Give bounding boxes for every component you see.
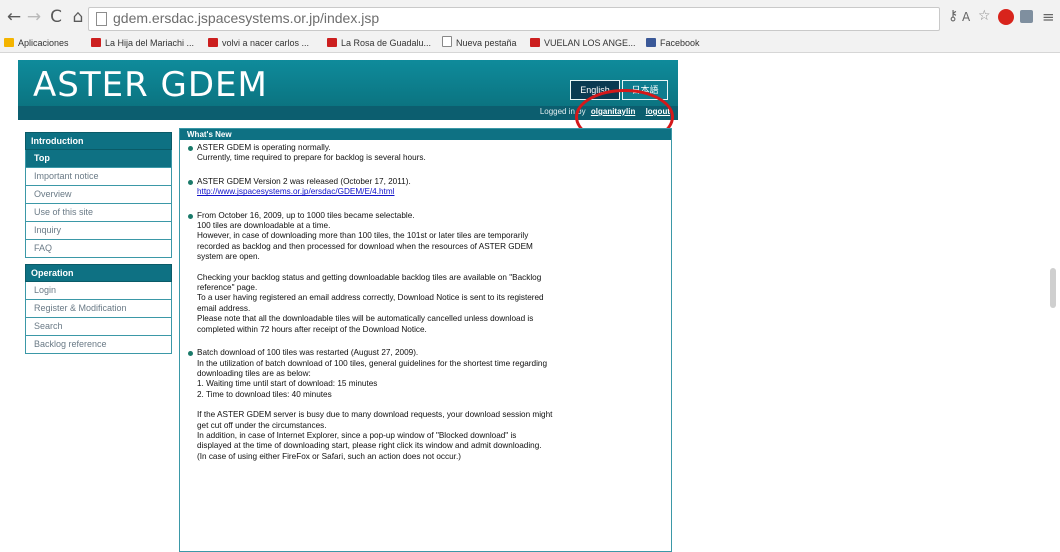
news-text: reference" page. (197, 283, 258, 293)
news-text: recorded as backlog and then processed f… (197, 241, 533, 251)
news-text: If the ASTER GDEM server is busy due to … (197, 410, 553, 420)
bookmark-label: Nueva pestaña (456, 38, 517, 48)
sidebar-item-login[interactable]: Login (25, 282, 172, 300)
scrollbar[interactable] (1050, 268, 1056, 308)
key-icon[interactable]: ⚷ (948, 8, 958, 24)
address-url[interactable]: gdem.ersdac.jspacesystems.or.jp/index.js… (113, 10, 379, 26)
sidebar: Introduction Top Important notice Overvi… (25, 132, 172, 354)
bookmark-label: Aplicaciones (18, 38, 69, 48)
news-item: Batch download of 100 tiles was restarte… (188, 348, 664, 462)
news-item: ASTER GDEM Version 2 was released (Octob… (188, 177, 664, 198)
news-text: ASTER GDEM is operating normally. (197, 143, 331, 152)
forward-arrow-icon[interactable]: → (24, 6, 44, 28)
star-icon[interactable]: ☆ (978, 8, 991, 24)
news-text: email address. (197, 303, 251, 313)
apps-icon (4, 38, 14, 47)
sidebar-item-top[interactable]: Top (25, 150, 172, 168)
bookmark-item[interactable]: VUELAN LOS ANGE... (530, 36, 636, 50)
bullet-icon (188, 351, 193, 357)
bookmark-item[interactable]: La Hija del Mariachi ... (91, 36, 194, 50)
bookmark-label: volvi a nacer carlos ... (222, 38, 310, 48)
news-text: To a user having registered an email add… (197, 293, 544, 303)
youtube-icon (327, 38, 337, 47)
sidebar-item-search[interactable]: Search (25, 318, 172, 336)
translate-icon[interactable]: A (962, 10, 970, 24)
news-item: From October 16, 2009, up to 1000 tiles … (188, 211, 664, 335)
menu-icon[interactable]: ≡ (1042, 8, 1055, 26)
news-text: completed within 72 hours after receipt … (197, 324, 427, 334)
reload-icon[interactable]: C (46, 6, 66, 28)
web-page: ASTER GDEM English 日本語 Logged in by olga… (15, 60, 678, 552)
news-text: 1. Waiting time until start of download:… (197, 379, 378, 389)
browser-toolbar: ← → C ⌂ gdem.ersdac.jspacesystems.or.jp/… (0, 0, 1060, 34)
news-text: Currently, time required to prepare for … (197, 153, 426, 163)
sidebar-item-backlog-reference[interactable]: Backlog reference (25, 336, 172, 354)
news-text: Batch download of 100 tiles was restarte… (197, 348, 419, 358)
sidebar-item-register[interactable]: Register & Modification (25, 300, 172, 318)
browser-chrome: ← → C ⌂ gdem.ersdac.jspacesystems.or.jp/… (0, 0, 1060, 53)
news-text: 100 tiles are downloadable at a time. (197, 221, 331, 231)
youtube-icon (530, 38, 540, 47)
news-item: ASTER GDEM is operating normally. Current… (188, 143, 664, 164)
youtube-icon (91, 38, 101, 47)
bookmark-label: VUELAN LOS ANGE... (544, 38, 636, 48)
gdem-version-link[interactable]: http://www.jspacesystems.or.jp/ersdac/GD… (197, 187, 664, 197)
site-logo[interactable]: ASTER GDEM (33, 65, 268, 105)
sidebar-item-faq[interactable]: FAQ (25, 240, 172, 258)
youtube-icon (208, 38, 218, 47)
bookmark-apps[interactable]: Aplicaciones (4, 36, 69, 50)
sidebar-item-inquiry[interactable]: Inquiry (25, 222, 172, 240)
bookmark-item[interactable]: Nueva pestaña (442, 36, 517, 50)
news-text: ASTER GDEM Version 2 was released (Octob… (197, 176, 411, 186)
back-arrow-icon[interactable]: ← (4, 6, 24, 28)
sidebar-section-introduction: Introduction (25, 132, 172, 150)
news-list: ASTER GDEM is operating normally. Current… (188, 143, 664, 475)
address-bar[interactable]: gdem.ersdac.jspacesystems.or.jp/index.js… (88, 7, 940, 31)
extension-grid-icon[interactable] (1020, 10, 1033, 23)
news-text: system are open. (197, 252, 260, 262)
bookmark-item[interactable]: volvi a nacer carlos ... (208, 36, 309, 50)
news-text: downloading tiles are as below: (197, 368, 311, 378)
news-text: From October 16, 2009, up to 1000 tiles … (197, 210, 415, 220)
home-icon[interactable]: ⌂ (68, 6, 88, 28)
bookmark-label: Facebook (660, 38, 700, 48)
news-text: displayed at the time of downloading sta… (197, 441, 542, 451)
page-icon (96, 12, 107, 26)
whats-new-title: What's New (180, 129, 671, 140)
bookmark-item[interactable]: Facebook (646, 36, 700, 50)
sidebar-item-important-notice[interactable]: Important notice (25, 168, 172, 186)
adblock-stop-icon[interactable] (998, 9, 1014, 25)
news-text: 2. Time to download tiles: 40 minutes (197, 389, 332, 399)
sidebar-section-operation: Operation (25, 264, 172, 282)
sidebar-item-use-of-site[interactable]: Use of this site (25, 204, 172, 222)
news-text: However, in case of downloading more tha… (197, 231, 529, 241)
bookmark-label: La Rosa de Guadalu... (341, 38, 432, 48)
bookmarks-bar: Aplicaciones La Hija del Mariachi ... vo… (0, 34, 1060, 52)
news-text: get cut off under the circumstances. (197, 420, 327, 430)
bookmark-label: La Hija del Mariachi ... (105, 38, 195, 48)
bullet-icon (188, 146, 193, 151)
bookmark-item[interactable]: La Rosa de Guadalu... (327, 36, 431, 50)
page-icon (442, 36, 452, 47)
bullet-icon (188, 213, 193, 219)
sidebar-item-overview[interactable]: Overview (25, 186, 172, 204)
bullet-icon (188, 179, 193, 185)
news-text: In the utilization of batch download of … (197, 358, 548, 368)
news-text: Please note that all the downloadable ti… (197, 314, 534, 324)
whats-new-panel: What's New ASTER GDEM is operating norma… (179, 128, 672, 552)
news-text: Checking your backlog status and getting… (197, 272, 542, 282)
facebook-icon (646, 38, 656, 47)
news-text: In addition, in case of Internet Explore… (197, 430, 517, 440)
news-text: (In case of using either FireFox or Safa… (197, 451, 461, 461)
